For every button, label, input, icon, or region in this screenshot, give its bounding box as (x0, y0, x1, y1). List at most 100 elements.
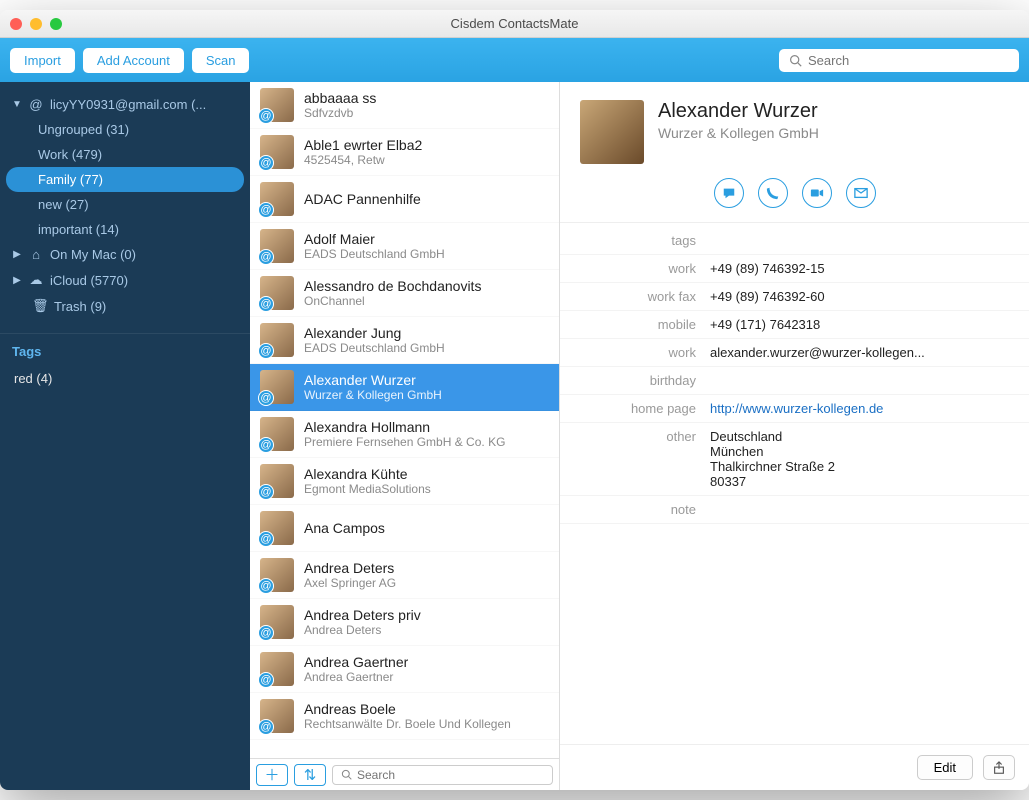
avatar: @ (260, 558, 294, 592)
contact-item[interactable]: @Andrea Deters privAndrea Deters (250, 599, 559, 646)
at-badge-icon: @ (258, 108, 274, 124)
detail-pane: Alexander Wurzer Wurzer & Kollegen GmbH (560, 82, 1029, 790)
contact-text: Adolf MaierEADS Deutschland GmbH (304, 231, 445, 261)
app-window: Cisdem ContactsMate Import Add Account S… (0, 10, 1029, 790)
contact-item[interactable]: @Alexandra HollmannPremiere Fernsehen Gm… (250, 411, 559, 458)
contact-company: Wurzer & Kollegen GmbH (658, 125, 819, 141)
mail-icon (854, 186, 868, 200)
at-badge-icon: @ (258, 249, 274, 265)
contact-name: Andrea Deters (304, 560, 396, 576)
avatar: @ (260, 605, 294, 639)
field-label: other (580, 429, 710, 444)
import-button[interactable]: Import (10, 48, 75, 73)
field-value: Deutschland München Thalkirchner Straße … (710, 429, 1009, 489)
sidebar-group-ungrouped[interactable]: Ungrouped (31) (6, 117, 244, 142)
contact-name: Alessandro de Bochdanovits (304, 278, 481, 294)
call-button[interactable] (758, 178, 788, 208)
sidebar-account-onmymac[interactable]: ▶ ⌂ On My Mac (0) (6, 242, 244, 267)
titlebar: Cisdem ContactsMate (0, 10, 1029, 38)
action-row (560, 174, 1029, 223)
email-button[interactable] (846, 178, 876, 208)
sidebar-group-important[interactable]: important (14) (6, 217, 244, 242)
contact-name: Adolf Maier (304, 231, 445, 247)
scan-button[interactable]: Scan (192, 48, 250, 73)
avatar: @ (260, 699, 294, 733)
contact-sub: Egmont MediaSolutions (304, 482, 431, 496)
message-button[interactable] (714, 178, 744, 208)
sidebar-group-work[interactable]: Work (479) (6, 142, 244, 167)
contact-fields: tagswork+49 (89) 746392-15work fax+49 (8… (560, 223, 1029, 528)
sidebar-item-label: new (27) (38, 197, 89, 212)
accounts-tree: ▼ @ licyYY0931@gmail.com (... Ungrouped … (0, 82, 250, 323)
contact-item[interactable]: @Alexandra KühteEgmont MediaSolutions (250, 458, 559, 505)
field-label: home page (580, 401, 710, 416)
avatar: @ (260, 323, 294, 357)
sidebar-account-gmail[interactable]: ▼ @ licyYY0931@gmail.com (... (6, 92, 244, 117)
sidebar-group-new[interactable]: new (27) (6, 192, 244, 217)
search-box[interactable] (779, 49, 1019, 72)
contact-item[interactable]: @ Andreas BoeleRechtsanwälte Dr. Boele Un… (250, 693, 559, 740)
contact-item[interactable]: @ abbaaaa ssSdfvzdvb (250, 82, 559, 129)
field-row: note (560, 496, 1029, 524)
at-badge-icon: @ (258, 437, 274, 453)
search-input[interactable] (808, 53, 1009, 68)
contact-item[interactable]: @ Ana Campos (250, 505, 559, 552)
avatar: @ (260, 276, 294, 310)
tags-header: Tags (0, 333, 250, 365)
sidebar: ▼ @ licyYY0931@gmail.com (... Ungrouped … (0, 82, 250, 790)
contact-item[interactable]: @ADAC Pannenhilfe (250, 176, 559, 223)
add-contact-button[interactable]: ＋ (256, 764, 288, 786)
sidebar-trash[interactable]: 🗑 Trash (9) (6, 293, 244, 319)
sort-button[interactable]: ⇅ (294, 764, 326, 786)
contact-sub: Andrea Gaertner (304, 670, 408, 684)
video-button[interactable] (802, 178, 832, 208)
search-icon (789, 54, 802, 67)
contact-sub: Sdfvzdvb (304, 106, 376, 120)
sidebar-group-family[interactable]: Family (77) (6, 167, 244, 192)
add-account-button[interactable]: Add Account (83, 48, 184, 73)
contact-sub: Premiere Fernsehen GmbH & Co. KG (304, 435, 505, 449)
contact-name: Able1 ewrter Elba2 (304, 137, 422, 153)
contact-name: Andrea Deters priv (304, 607, 421, 623)
contact-text: Andrea DetersAxel Springer AG (304, 560, 396, 590)
at-badge-icon: @ (258, 155, 274, 171)
cloud-icon: ☁ (28, 272, 44, 288)
at-badge-icon: @ (258, 531, 274, 547)
contact-list-scroll[interactable]: @abbaaaa ssSdfvzdvb@Able1 ewrter Elba245… (250, 82, 559, 758)
list-search-input[interactable] (357, 768, 544, 782)
contact-name: Alexander Wurzer (304, 372, 442, 388)
contact-item[interactable]: @Andrea GaertnerAndrea Gaertner (250, 646, 559, 693)
field-value: +49 (89) 746392-15 (710, 261, 1009, 276)
sidebar-item-label: Ungrouped (31) (38, 122, 129, 137)
share-button[interactable] (983, 755, 1015, 780)
contact-item[interactable]: @Alessandro de BochdanovitsOnChannel (250, 270, 559, 317)
at-badge-icon: @ (258, 296, 274, 312)
contact-item[interactable]: @ Andrea DetersAxel Springer AG (250, 552, 559, 599)
video-icon (810, 186, 824, 200)
at-badge-icon: @ (258, 672, 274, 688)
contact-text: Ana Campos (304, 520, 385, 536)
contact-item[interactable]: @Alexander JungEADS Deutschland GmbH (250, 317, 559, 364)
field-label: work (580, 261, 710, 276)
contact-item[interactable]: @Able1 ewrter Elba24525454, Retw (250, 129, 559, 176)
contact-sub: Axel Springer AG (304, 576, 396, 590)
contact-item[interactable]: @ Alexander WurzerWurzer & Kollegen GmbH (250, 364, 559, 411)
sidebar-account-icloud[interactable]: ▶ ☁ iCloud (5770) (6, 267, 244, 293)
share-icon (992, 761, 1006, 775)
list-search-box[interactable] (332, 765, 553, 785)
contact-sub: Wurzer & Kollegen GmbH (304, 388, 442, 402)
field-value[interactable]: http://www.wurzer-kollegen.de (710, 401, 1009, 416)
field-label: birthday (580, 373, 710, 388)
tag-red[interactable]: red (4) (0, 365, 250, 392)
contact-sub: Rechtsanwälte Dr. Boele Und Kollegen (304, 717, 511, 731)
at-badge-icon: @ (258, 390, 274, 406)
edit-button[interactable]: Edit (917, 755, 973, 780)
avatar: @ (260, 370, 294, 404)
contact-name: Alexander Jung (304, 325, 445, 341)
contact-list: @abbaaaa ssSdfvzdvb@Able1 ewrter Elba245… (250, 82, 560, 790)
sort-icon: ⇅ (304, 766, 317, 784)
contact-text: abbaaaa ssSdfvzdvb (304, 90, 376, 120)
contact-name: Andreas Boele (304, 701, 511, 717)
contact-item[interactable]: @ Adolf MaierEADS Deutschland GmbH (250, 223, 559, 270)
list-toolbar: ＋ ⇅ (250, 758, 559, 790)
